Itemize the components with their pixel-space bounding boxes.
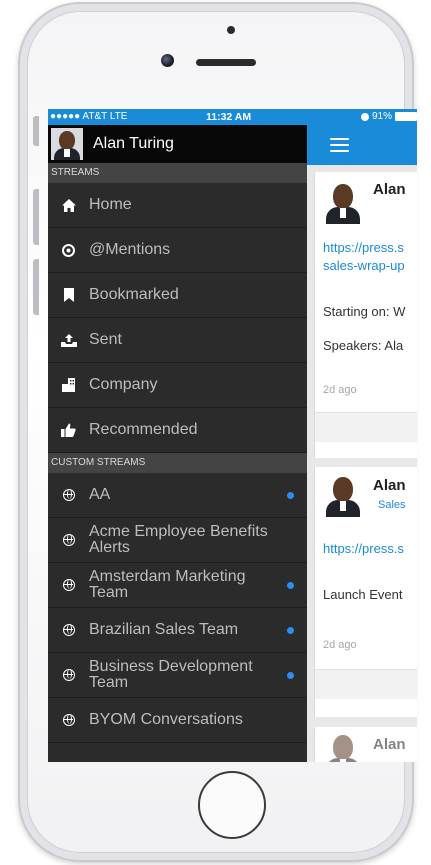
battery-indicator: 91% [360,111,417,122]
post-timestamp: 2d ago [323,639,357,651]
unread-dot [287,626,294,634]
sidebar-item-acme-employee-benefits[interactable]: Acme Employee Benefits Alerts [48,518,307,563]
post-group[interactable]: Sales [378,499,406,511]
sidebar-item-brazilian-sales[interactable]: Brazilian Sales Team [48,608,307,653]
post-timestamp: 2d ago [323,384,357,396]
menu-icon[interactable] [330,138,349,152]
sidebar-item-label: Acme Employee Benefits Alerts [89,523,268,556]
sidebar-item-business-development[interactable]: Business Development Team [48,653,307,698]
post-text: Starting on: W [323,304,406,319]
sidebar-item-recommended[interactable]: Recommended [48,408,307,453]
sidebar-item-label: BYOM Conversations [89,711,243,728]
post-link[interactable]: https://press.s [323,240,404,255]
unread-dot [287,671,294,679]
clock: 11:32 AM [206,111,252,123]
sidebar-item-label: Bookmarked [89,286,179,303]
company-icon [48,378,89,392]
sidebar-item-label: Sent [89,331,122,348]
post-text: Launch Event [323,587,403,602]
home-icon [48,198,89,212]
sidebar-item-mentions[interactable]: @Mentions [48,228,307,273]
sidebar: Alan Turing STREAMS Home @Mentions Bookm… [48,125,307,762]
sidebar-item-label: Amsterdam Marketing Team [89,568,246,601]
alarm-icon [360,112,369,121]
home-button[interactable] [198,771,266,839]
sidebar-item-label: Home [89,196,132,213]
thumbs-up-icon [48,423,89,437]
globe-icon [62,714,75,726]
post-link[interactable]: https://press.s [323,541,404,556]
mute-switch [33,116,39,146]
unread-dot [287,491,294,499]
globe-icon [62,579,75,591]
feed-post[interactable]: Alan Sales https://press.s Launch Event … [314,467,417,717]
sidebar-item-company[interactable]: Company [48,363,307,408]
post-author[interactable]: Alan [373,181,406,198]
sidebar-item-byom-conversations[interactable]: BYOM Conversations [48,698,307,743]
sidebar-item-label: @Mentions [89,241,171,258]
sidebar-item-bookmarked[interactable]: Bookmarked [48,273,307,318]
streams-header: STREAMS [48,163,307,183]
sidebar-item-aa[interactable]: AA [48,473,307,518]
at-icon [48,243,89,257]
avatar [323,475,363,517]
custom-streams-header: CUSTOM STREAMS [48,453,307,473]
post-author[interactable]: Alan [373,477,406,494]
earpiece-speaker [196,59,256,66]
post-actions[interactable] [315,412,417,442]
sidebar-item-label: AA [89,486,111,503]
post-actions[interactable] [315,669,417,699]
sidebar-item-label: Company [89,376,158,393]
sidebar-item-label: Brazilian Sales Team [89,621,239,638]
post-author[interactable]: Alan [373,736,406,753]
unread-dot [287,581,294,589]
top-bar [307,125,417,165]
battery-percent: 91% [371,111,392,122]
volume-down-button [33,259,39,315]
phone-screen: ●●●●● AT&T LTE 11:32 AM 91% Alan Turing … [48,109,417,762]
sidebar-item-sent[interactable]: Sent [48,318,307,363]
volume-up-button [33,189,39,245]
profile-header[interactable]: Alan Turing [48,125,307,163]
globe-icon [62,534,75,546]
battery-icon [395,112,417,121]
proximity-sensor [227,26,235,34]
globe-icon [62,624,75,636]
status-bar: ●●●●● AT&T LTE 11:32 AM 91% [48,109,417,125]
post-text: Speakers: Ala [323,338,404,353]
profile-name: Alan Turing [93,135,174,152]
sidebar-item-home[interactable]: Home [48,183,307,228]
sidebar-item-label: Business Development Team [89,658,253,691]
globe-icon [62,489,75,501]
globe-icon [62,669,75,681]
feed-post[interactable]: Alan https://press.s sales-wrap-up Start… [314,172,417,458]
avatar [51,128,83,160]
front-camera [161,54,174,67]
main-feed: Alan https://press.s sales-wrap-up Start… [307,125,417,762]
avatar [323,733,363,762]
sidebar-item-label: Recommended [89,421,198,438]
bookmark-icon [48,288,89,302]
post-link[interactable]: sales-wrap-up [323,258,405,273]
avatar [323,182,363,224]
carrier-label: ●●●●● AT&T LTE [50,111,128,122]
feed-post[interactable]: Alan [314,727,417,762]
sent-icon [48,333,89,347]
sidebar-item-amsterdam-marketing[interactable]: Amsterdam Marketing Team [48,563,307,608]
